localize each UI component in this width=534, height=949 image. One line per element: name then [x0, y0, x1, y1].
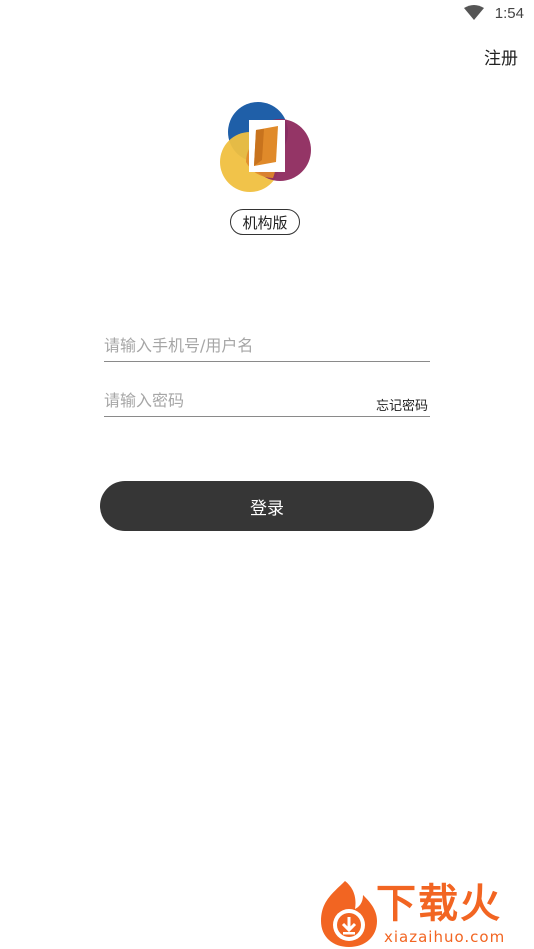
watermark-domain: xiazaihuo.com [384, 928, 506, 946]
password-input[interactable] [104, 387, 364, 416]
edition-badge: 机构版 [230, 209, 300, 235]
app-logo [220, 102, 311, 192]
login-button[interactable]: 登录 [100, 481, 434, 531]
status-time: 1:54 [494, 5, 524, 22]
edition-label: 机构版 [242, 213, 288, 232]
password-field-container: 忘记密码 [104, 387, 430, 417]
register-link[interactable]: 注册 [484, 44, 518, 69]
watermark-brand: 下载火 [376, 881, 502, 927]
username-field-container [104, 332, 430, 362]
status-bar: 1:54 [0, 0, 534, 28]
forgot-password-link[interactable]: 忘记密码 [376, 395, 428, 414]
flame-download-icon [321, 881, 377, 947]
watermark: 下载火 xiazaihuo.com [312, 876, 534, 949]
wifi-icon [464, 5, 484, 20]
username-input[interactable] [104, 332, 430, 361]
